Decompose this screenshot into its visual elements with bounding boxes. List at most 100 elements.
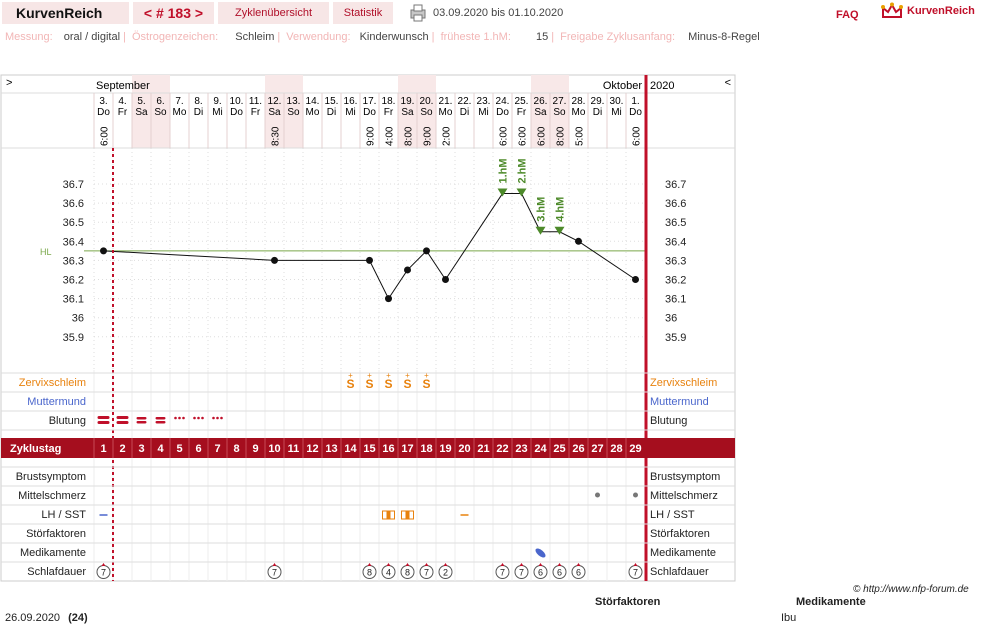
cycle-day-number: 7	[214, 443, 220, 455]
row-label-left: Muttermund	[27, 396, 86, 408]
cycle-day-number: 21	[477, 443, 489, 455]
day-weekday: Mo	[306, 107, 320, 118]
day-weekday: Do	[363, 107, 376, 118]
tab-zyklenuebersicht[interactable]: Zyklenübersicht	[218, 2, 329, 24]
sleep-hours: 6	[557, 568, 562, 578]
release-label: Freigabe Zyklusanfang:	[560, 31, 676, 43]
cycle-day-number: 1	[100, 443, 106, 455]
bleeding-mark-light	[216, 416, 219, 420]
bleeding-mark-light	[174, 416, 177, 420]
cycle-day-number: 24	[534, 443, 547, 455]
day-weekday: Mo	[173, 107, 187, 118]
day-date: 8.	[194, 96, 202, 107]
day-time: 4:00	[385, 126, 396, 146]
sleep-hours: 2	[443, 568, 448, 578]
day-weekday: Mi	[611, 107, 622, 118]
temperature-point	[366, 256, 373, 264]
day-date: 13.	[287, 96, 301, 107]
day-weekday: Do	[496, 107, 509, 118]
day-time: 6:00	[518, 126, 529, 146]
day-time: 6:00	[499, 126, 510, 146]
y-tick-label-left: 35.9	[63, 332, 84, 344]
footer-count: (24)	[68, 612, 88, 624]
row-label-right: Schlafdauer	[650, 566, 709, 578]
bleeding-mark-light	[193, 416, 196, 420]
printer-icon[interactable]	[408, 3, 428, 23]
cycle-day-number: 11	[288, 443, 300, 455]
temperature-point	[404, 266, 411, 274]
day-date: 12.	[268, 96, 282, 107]
cycle-day-number: 14	[344, 443, 357, 455]
day-time: 6:00	[537, 126, 548, 146]
temperature-point	[385, 295, 392, 303]
nav-right-arrow: <	[725, 77, 731, 89]
cycle-day-number: 22	[496, 443, 508, 455]
mittelschmerz-mark	[633, 492, 638, 498]
tab-statistik[interactable]: Statistik	[333, 2, 393, 24]
cycle-nav[interactable]: < # 183 >	[133, 2, 214, 24]
day-date: 24.	[496, 96, 510, 107]
day-weekday: Di	[593, 107, 602, 118]
bleeding-mark-medium	[155, 421, 166, 424]
day-date: 16.	[344, 96, 358, 107]
cycle-day-number: 3	[138, 443, 144, 455]
crown-logo-icon	[881, 2, 903, 18]
measurement-value: oral / digital	[63, 31, 121, 43]
day-date: 23.	[477, 96, 491, 107]
row-label-right: Zervixschleim	[650, 377, 717, 389]
temperature-point	[575, 237, 582, 245]
row-label-right: Brustsymptom	[650, 471, 720, 483]
sleep-hours: 7	[500, 568, 505, 578]
day-date: 19.	[401, 96, 415, 107]
bleeding-mark-light	[212, 416, 215, 420]
day-weekday: Mo	[572, 107, 586, 118]
footer-col-med: Medikamente	[796, 596, 866, 608]
footer-date: 26.09.2020	[5, 612, 61, 624]
day-date: 3.	[99, 96, 107, 107]
row-label-left: Brustsymptom	[16, 471, 86, 483]
row-label-left: LH / SST	[41, 509, 86, 521]
month-left: September	[96, 80, 150, 92]
day-weekday: Sa	[135, 107, 148, 118]
hm-label: 2.hM	[517, 158, 529, 183]
bleeding-mark-heavy	[116, 421, 129, 424]
nav-left-arrow: >	[6, 77, 12, 89]
cycle-day-number: 19	[439, 443, 451, 455]
mucus-plus: +	[367, 371, 372, 380]
day-weekday: Do	[97, 107, 110, 118]
cycle-chart: 36.7 36.736.6 36.636.5 36.536.4 36.436.3 36.3…	[0, 74, 736, 582]
temperature-point	[442, 276, 449, 283]
usage-value: Kinderwunsch	[359, 31, 429, 43]
y-tick-label-right: 35.9	[665, 332, 686, 344]
y-tick-label-left: 36.7	[63, 179, 84, 191]
cycle-day-number: 8	[233, 443, 239, 455]
day-weekday: So	[287, 107, 300, 118]
year-label: 2020	[650, 80, 674, 92]
day-time: 8:30	[271, 126, 282, 146]
hm-label: 3.hM	[536, 197, 548, 222]
y-tick-label-left: 36.2	[63, 275, 84, 287]
cycle-day-number: 23	[515, 443, 527, 455]
day-date: 29.	[591, 96, 605, 107]
day-date: 10.	[230, 96, 244, 107]
day-weekday: Sa	[268, 107, 281, 118]
day-date: 1.	[631, 96, 639, 107]
bleeding-mark-light	[201, 416, 204, 420]
lh-test-line	[386, 511, 391, 519]
estrogen-value: Schleim	[235, 31, 275, 43]
row-label-right: Störfaktoren	[650, 528, 710, 540]
footer-col-disturb: Störfaktoren	[595, 596, 661, 608]
cycle-day-number: 2	[119, 443, 125, 455]
sleep-hours: 8	[367, 568, 372, 578]
y-tick-label-right: 36.6	[665, 198, 686, 210]
day-date: 17.	[363, 96, 377, 107]
y-tick-label-right: 36.5	[665, 217, 686, 229]
day-date: 30.	[610, 96, 624, 107]
faq-link[interactable]: FAQ	[836, 9, 859, 21]
day-date: 21.	[439, 96, 453, 107]
y-tick-label-left: 36.4	[63, 236, 84, 248]
day-weekday: Di	[460, 107, 469, 118]
day-time: 8:00	[404, 126, 415, 146]
cycle-day-number: 28	[610, 443, 622, 455]
day-time: 9:00	[423, 126, 434, 146]
